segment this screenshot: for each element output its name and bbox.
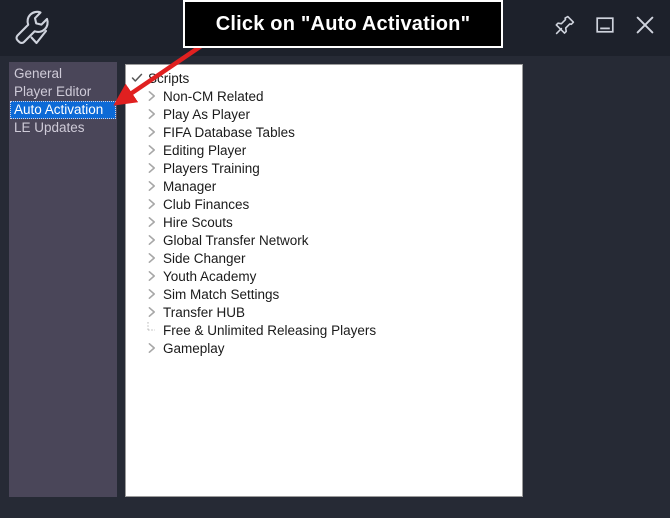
tree-item-label: Youth Academy [163,268,257,284]
tree-item-label: FIFA Database Tables [163,124,295,140]
tree-root-scripts[interactable]: Scripts [126,69,522,87]
tree-item[interactable]: Free & Unlimited Releasing Players [126,321,522,339]
callout-text: Click on "Auto Activation" [215,12,471,35]
chevron-right-icon[interactable] [144,124,160,140]
chevron-right-icon[interactable] [144,304,160,320]
wrench-check-icon [10,7,54,49]
chevron-right-icon[interactable] [144,340,160,356]
application-window: General Player Editor Auto Activation LE… [0,0,670,518]
sidebar-item-general[interactable]: General [10,65,116,83]
chevron-right-icon[interactable] [144,232,160,248]
tree-item-label: Play As Player [163,106,251,122]
tree-item[interactable]: Transfer HUB [126,303,522,321]
tree-item[interactable]: Global Transfer Network [126,231,522,249]
chevron-right-icon[interactable] [144,160,160,176]
tree-item-label: Sim Match Settings [163,286,280,302]
close-icon[interactable] [630,10,660,40]
chevron-right-icon[interactable] [144,214,160,230]
tree-item[interactable]: Players Training [126,159,522,177]
tree-item-label: Manager [163,178,217,194]
window-controls [550,10,660,40]
pin-icon[interactable] [550,10,580,40]
tree-item-label: Transfer HUB [163,304,246,320]
tree-item[interactable]: Sim Match Settings [126,285,522,303]
scripts-tree: Scripts Non-CM Related Play As Player FI… [126,65,522,357]
chevron-right-icon[interactable] [144,178,160,194]
tree-item[interactable]: Side Changer [126,249,522,267]
tree-root-label: Scripts [148,70,190,86]
tree-item-label: Hire Scouts [163,214,233,230]
sidebar-item-player-editor[interactable]: Player Editor [10,83,116,101]
chevron-right-icon[interactable] [144,196,160,212]
chevron-right-icon[interactable] [144,88,160,104]
tree-item-label: Side Changer [163,250,246,266]
tree-item[interactable]: Non-CM Related [126,87,522,105]
tree-item-label: Non-CM Related [163,88,264,104]
chevron-right-icon[interactable] [144,250,160,266]
tree-item[interactable]: Manager [126,177,522,195]
tree-item-label: Gameplay [163,340,225,356]
minimize-icon[interactable] [590,10,620,40]
tree-item-label: Club Finances [163,196,250,212]
tree-item[interactable]: Youth Academy [126,267,522,285]
chevron-right-icon[interactable] [144,106,160,122]
tree-item-label: Free & Unlimited Releasing Players [163,322,377,338]
instruction-callout: Click on "Auto Activation" [183,0,503,48]
tree-leaf-connector-icon [144,322,160,338]
tree-item[interactable]: Club Finances [126,195,522,213]
tree-item[interactable]: Editing Player [126,141,522,159]
chevron-right-icon[interactable] [144,142,160,158]
tree-item[interactable]: Play As Player [126,105,522,123]
scripts-tree-panel[interactable]: Scripts Non-CM Related Play As Player FI… [125,64,523,497]
chevron-right-icon[interactable] [144,268,160,284]
tree-item-label: Global Transfer Network [163,232,309,248]
tree-item[interactable]: Gameplay [126,339,522,357]
tree-item-label: Editing Player [163,142,247,158]
sidebar-item-le-updates[interactable]: LE Updates [10,119,116,137]
tree-item[interactable]: Hire Scouts [126,213,522,231]
sidebar-item-auto-activation[interactable]: Auto Activation [10,101,116,119]
tree-item-label: Players Training [163,160,260,176]
chevron-right-icon[interactable] [144,286,160,302]
settings-category-list[interactable]: General Player Editor Auto Activation LE… [9,62,117,497]
checkmark-expander-icon[interactable] [129,70,145,86]
tree-item[interactable]: FIFA Database Tables [126,123,522,141]
